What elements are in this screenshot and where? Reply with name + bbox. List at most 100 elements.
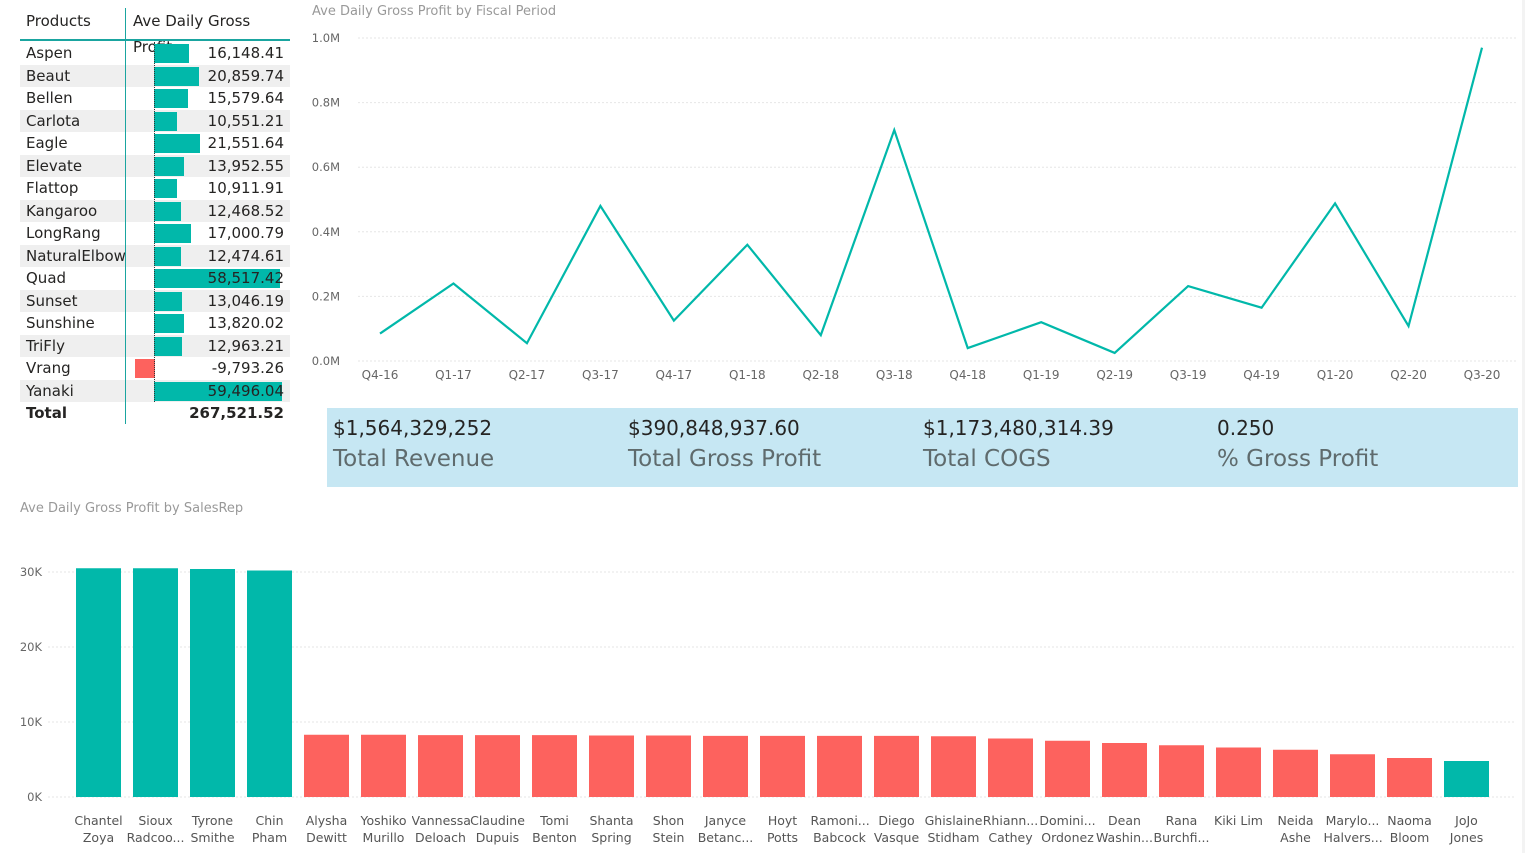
data-point[interactable] — [743, 241, 751, 249]
x-tick-label-line2: Jones — [1449, 830, 1484, 845]
x-tick-label-line2: Benton — [532, 830, 577, 845]
bar[interactable] — [475, 735, 520, 797]
x-tick-label-line1: Rana — [1165, 813, 1198, 828]
x-tick-label: Neida Ashe — [1267, 812, 1325, 846]
y-tick-label: 0.6M — [312, 160, 340, 174]
bar[interactable] — [988, 738, 1033, 798]
data-point[interactable] — [1258, 304, 1266, 312]
matrix-row[interactable]: TriFly 12,963.21 — [20, 334, 290, 357]
data-point[interactable] — [1037, 318, 1045, 326]
y-tick-label: 30K — [20, 565, 43, 579]
data-point[interactable] — [449, 279, 457, 287]
product-name: Bellen — [26, 89, 73, 107]
bar[interactable] — [532, 735, 577, 797]
bar[interactable] — [361, 734, 406, 797]
x-tick-label: Sioux Radcoo... — [127, 812, 185, 846]
bar[interactable] — [133, 568, 178, 797]
matrix-row[interactable]: Carlota 10,551.21 — [20, 109, 290, 132]
bar[interactable] — [1273, 749, 1318, 797]
product-matrix[interactable]: Products Ave Daily Gross Profit Aspen 16,… — [20, 8, 290, 426]
bar[interactable] — [418, 735, 463, 797]
data-point[interactable] — [1478, 44, 1486, 52]
matrix-row[interactable]: Quad 58,517.42 — [20, 267, 290, 289]
bar[interactable] — [760, 735, 805, 797]
bar[interactable] — [1444, 761, 1489, 797]
x-tick-label-line1: Vannessa — [411, 813, 470, 828]
header-products[interactable]: Products — [26, 8, 91, 40]
x-tick-label-line2: Bloom — [1389, 830, 1430, 845]
matrix-row[interactable]: Elevate 13,952.55 — [20, 154, 290, 177]
bar[interactable] — [1216, 747, 1261, 798]
header-ave-daily-gross-profit[interactable]: Ave Daily Gross Profit — [133, 8, 290, 56]
matrix-row[interactable]: Eagle 21,551.64 — [20, 132, 290, 154]
matrix-row[interactable]: Flattop 10,911.91 — [20, 177, 290, 199]
bar[interactable] — [589, 735, 634, 798]
x-tick-label-line2: Betanc... — [697, 830, 754, 845]
data-bar — [154, 156, 185, 176]
matrix-row[interactable]: NaturalElbow 12,474.61 — [20, 244, 290, 267]
bar[interactable] — [76, 568, 121, 797]
x-tick-label: Shanta Spring — [583, 812, 641, 846]
bar[interactable] — [646, 735, 691, 798]
data-point[interactable] — [1111, 349, 1119, 357]
data-point[interactable] — [964, 344, 972, 352]
series-line[interactable] — [379, 47, 1484, 355]
x-tick-label: Q4-19 — [1243, 368, 1280, 382]
total-revenue-label: Total Revenue — [333, 446, 495, 472]
data-point[interactable] — [596, 202, 604, 210]
matrix-row[interactable]: Yanaki 59,496.04 — [20, 379, 290, 402]
data-point[interactable] — [670, 317, 678, 325]
bar[interactable] — [1045, 740, 1090, 797]
x-tick-label: Q1-20 — [1317, 368, 1354, 382]
total-value: 267,521.52 — [189, 404, 284, 422]
product-name: Sunset — [26, 291, 78, 310]
bar[interactable] — [190, 569, 235, 797]
data-point[interactable] — [1405, 322, 1413, 330]
bar[interactable] — [247, 570, 292, 798]
product-name: Quad — [26, 269, 67, 287]
matrix-row[interactable]: LongRang 17,000.79 — [20, 222, 290, 244]
bar[interactable] — [931, 736, 976, 797]
total-revenue-value: $1,564,329,252 — [333, 416, 493, 440]
x-tick-label-line2: Ashe — [1280, 830, 1311, 845]
y-tick-label: 0K — [27, 790, 42, 804]
matrix-row[interactable]: Kangaroo 12,468.52 — [20, 199, 290, 222]
line-chart[interactable]: 0.0M 0.2M 0.4M 0.6M 0.8M 1.0M Q4-16 Q1-17 Q2-17 Q… — [300, 22, 1520, 392]
x-tick-label-line2: Smithe — [190, 830, 235, 845]
data-point[interactable] — [817, 331, 825, 339]
data-point[interactable] — [1184, 282, 1192, 290]
total-gross-profit-value: $390,848,937.60 — [628, 416, 800, 440]
bar-chart[interactable]: 0K 10K 20K 30K — [0, 540, 1525, 810]
bar[interactable] — [1387, 758, 1432, 797]
x-tick-label: Domini... Ordonez — [1039, 812, 1097, 846]
x-tick-label-line1: Dean — [1108, 813, 1141, 828]
bar[interactable] — [703, 735, 748, 797]
product-value: 12,963.21 — [207, 336, 284, 355]
bar[interactable] — [1102, 743, 1147, 797]
product-name: Vrang — [26, 359, 71, 377]
product-name: Yanaki — [26, 381, 74, 400]
x-tick-label: Tomi Benton — [526, 812, 584, 846]
bar[interactable] — [874, 735, 919, 797]
bar[interactable] — [817, 735, 862, 797]
data-point[interactable] — [523, 339, 531, 347]
bar[interactable] — [304, 734, 349, 797]
x-tick-label: Rana Burchfi... — [1153, 812, 1211, 846]
matrix-row[interactable]: Bellen 15,579.64 — [20, 87, 290, 109]
product-value: 21,551.64 — [207, 134, 284, 152]
line-chart-title: Ave Daily Gross Profit by Fiscal Period — [312, 4, 557, 19]
x-tick-label-line2: Burchfi... — [1153, 830, 1210, 845]
matrix-row[interactable]: Sunset 13,046.19 — [20, 289, 290, 312]
x-tick-label: Q1-18 — [729, 368, 766, 382]
matrix-row[interactable]: Sunshine 13,820.02 — [20, 312, 290, 334]
matrix-row[interactable]: Vrang -9,793.26 — [20, 357, 290, 379]
bar[interactable] — [1330, 754, 1375, 797]
data-point[interactable] — [376, 330, 384, 338]
x-tick-label-line2: Babcock — [813, 830, 866, 845]
data-point[interactable] — [1331, 199, 1339, 207]
matrix-row[interactable]: Aspen 16,148.41 — [20, 42, 290, 64]
data-point[interactable] — [890, 126, 898, 134]
bar[interactable] — [1159, 745, 1204, 797]
matrix-row[interactable]: Beaut 20,859.74 — [20, 64, 290, 87]
product-value: 13,820.02 — [207, 314, 284, 332]
